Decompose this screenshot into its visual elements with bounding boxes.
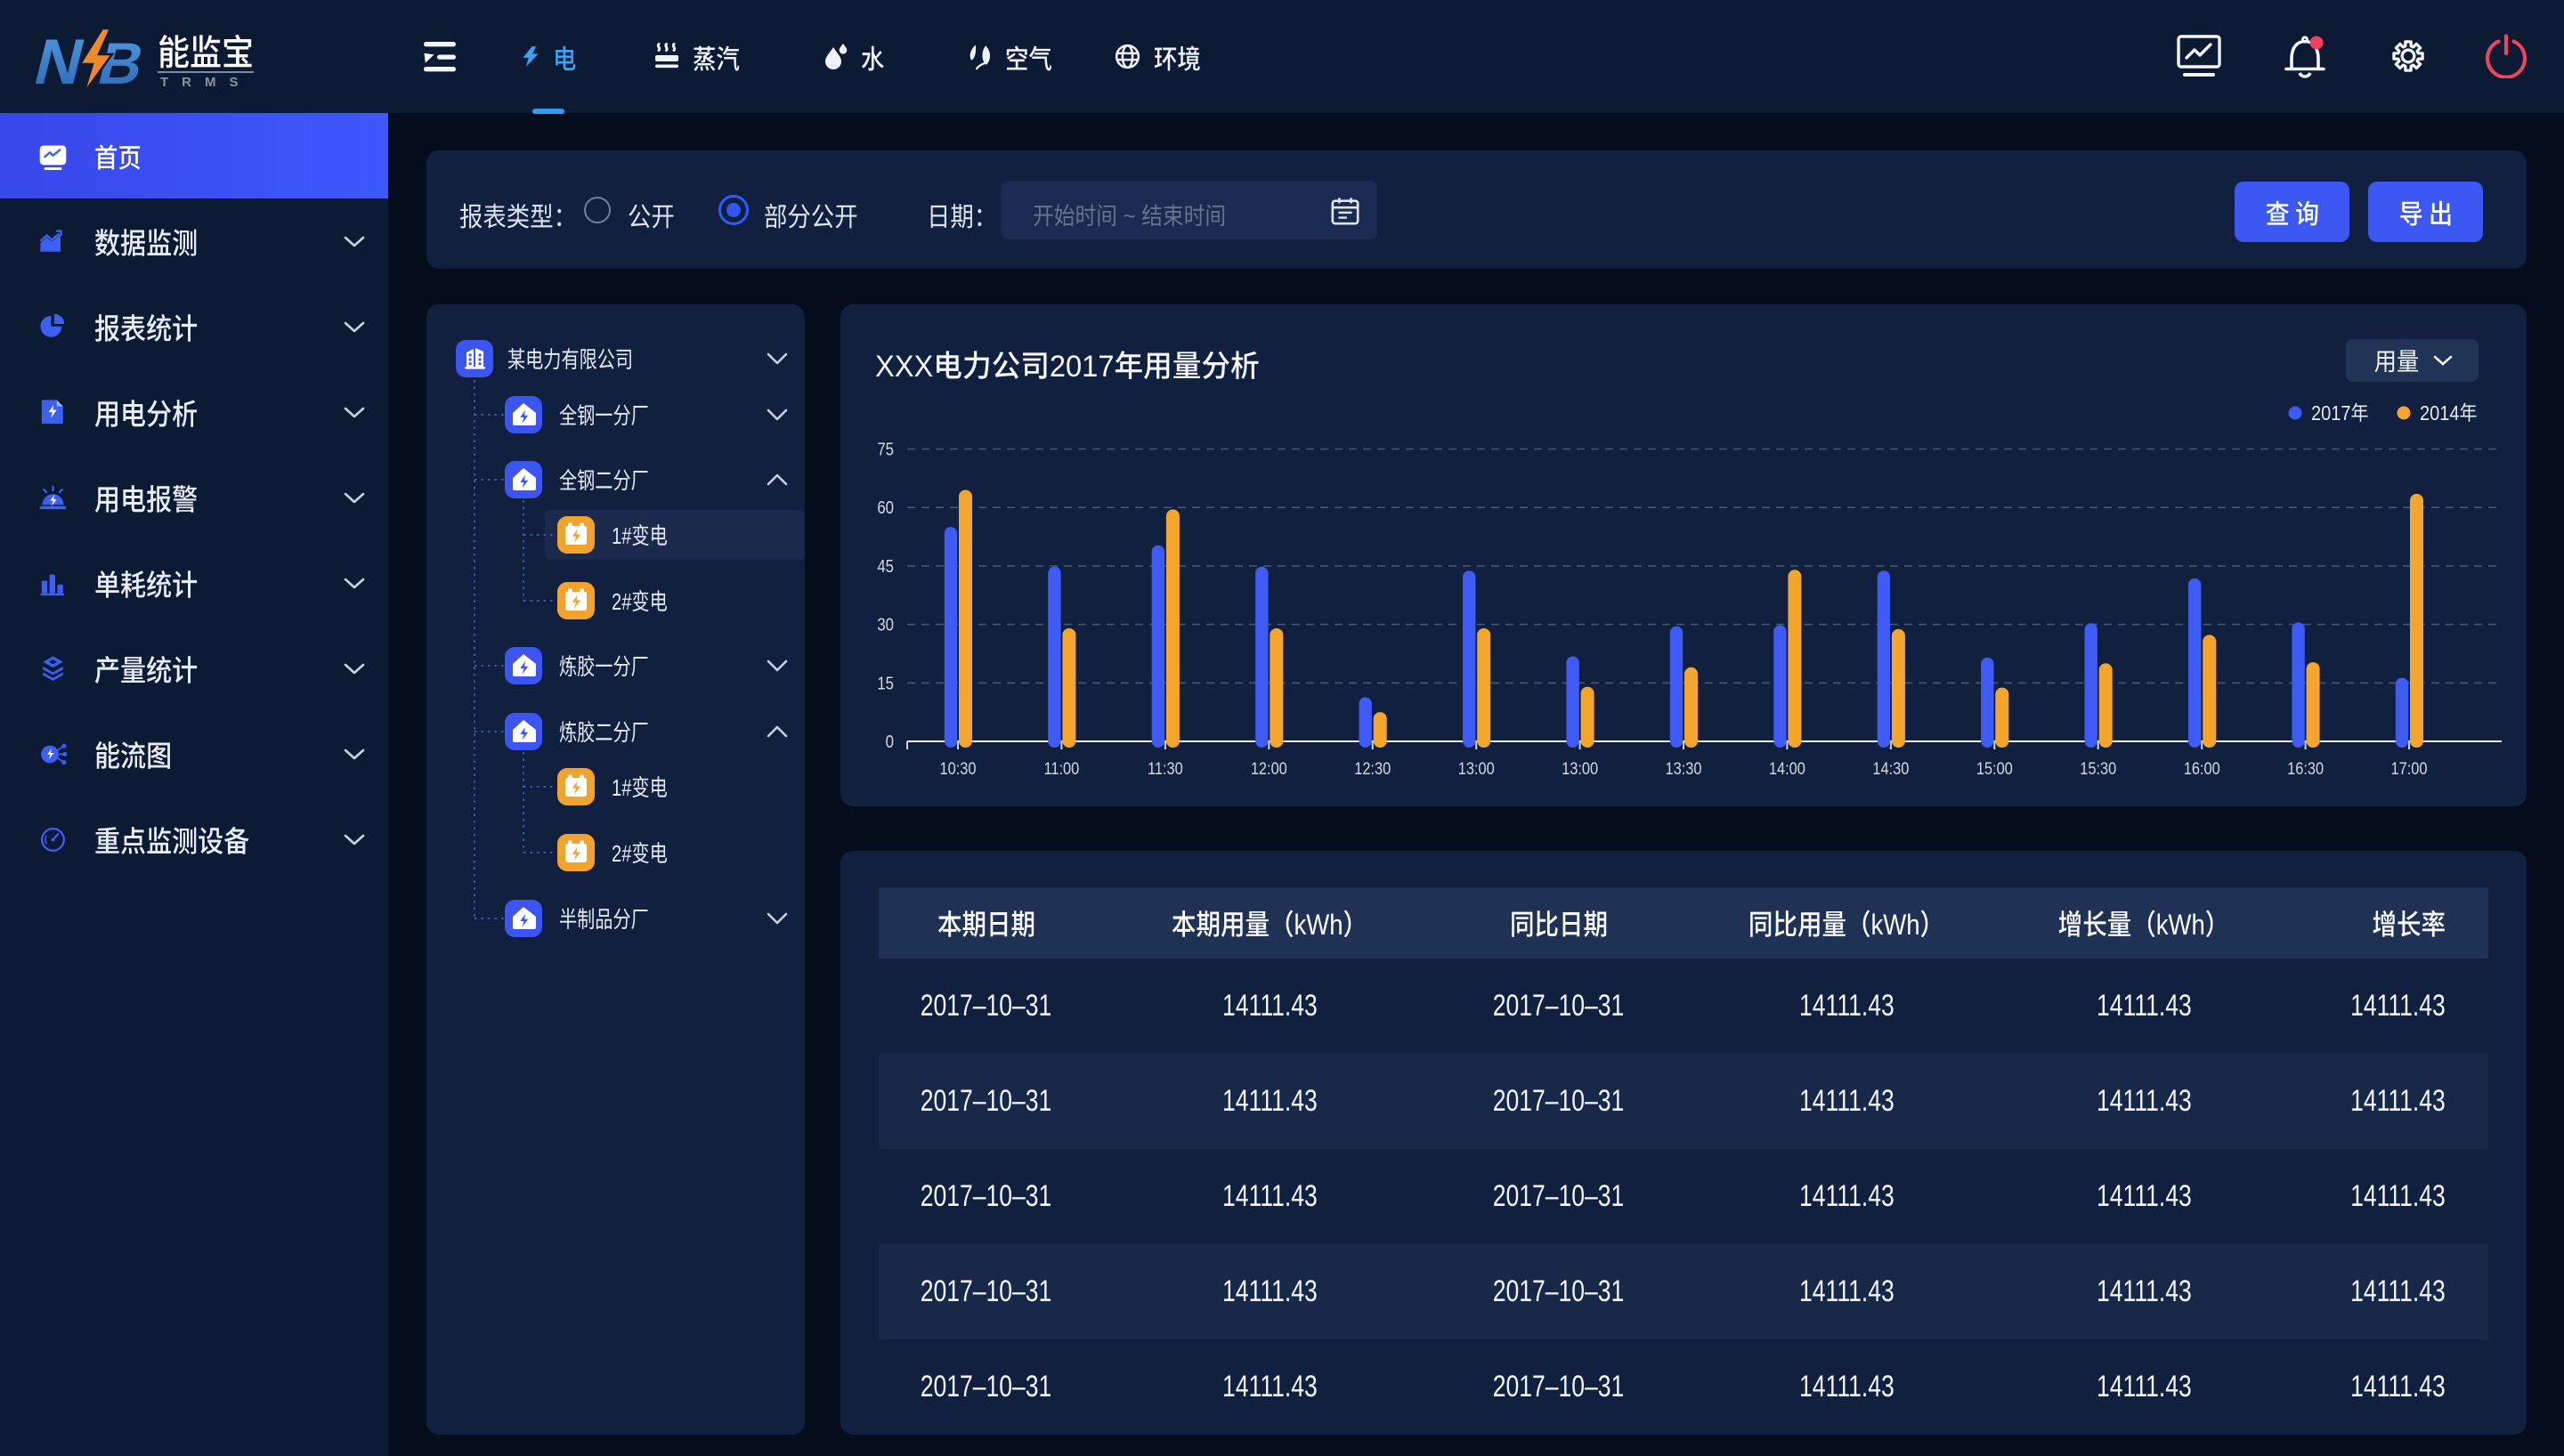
svg-text:45: 45	[877, 555, 894, 576]
svg-text:13:00: 13:00	[1458, 759, 1495, 779]
svg-text:16:30: 16:30	[2287, 759, 2324, 779]
svg-text:2014年: 2014年	[2420, 401, 2477, 425]
svg-text:11:00: 11:00	[1044, 759, 1080, 779]
svg-text:12:30: 12:30	[1354, 759, 1391, 779]
svg-text:13:00: 13:00	[1562, 759, 1598, 779]
svg-text:0: 0	[886, 732, 894, 752]
svg-text:16:00: 16:00	[2184, 759, 2220, 779]
svg-text:75: 75	[877, 439, 894, 459]
svg-text:14:00: 14:00	[1769, 759, 1805, 779]
svg-text:30: 30	[877, 614, 894, 635]
svg-text:15: 15	[877, 673, 894, 693]
svg-text:10:30: 10:30	[940, 759, 977, 779]
svg-text:15:00: 15:00	[1976, 759, 2013, 779]
svg-text:11:30: 11:30	[1148, 759, 1183, 779]
svg-text:13:30: 13:30	[1666, 759, 1702, 779]
svg-text:14:30: 14:30	[1872, 759, 1909, 779]
svg-text:15:30: 15:30	[2080, 759, 2116, 779]
svg-text:60: 60	[877, 497, 894, 518]
svg-text:12:00: 12:00	[1251, 759, 1287, 779]
svg-text:2017年: 2017年	[2311, 401, 2368, 425]
svg-text:17:00: 17:00	[2391, 759, 2428, 779]
